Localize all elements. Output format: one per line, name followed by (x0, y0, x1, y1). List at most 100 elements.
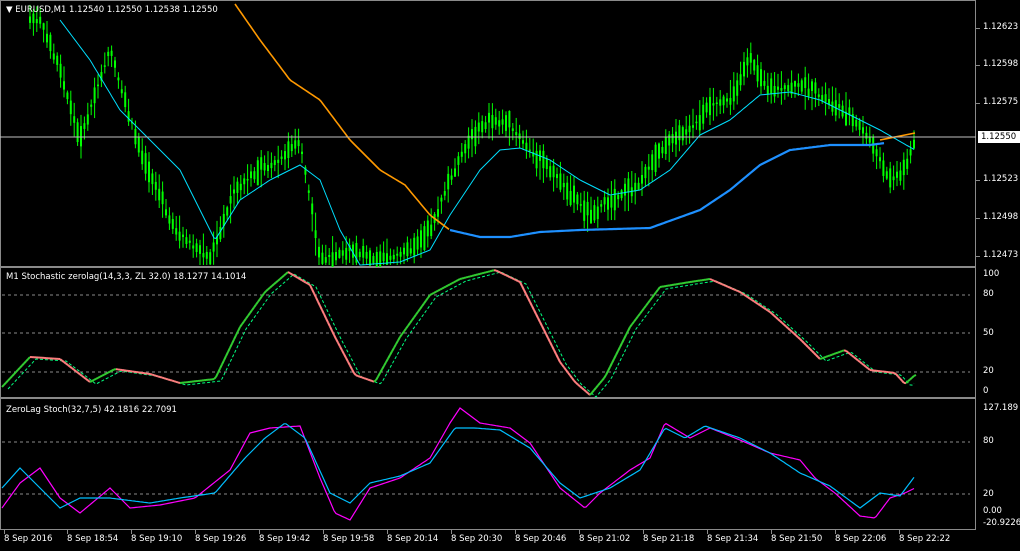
candle-body (593, 205, 596, 221)
stochastic-main-segment (281, 274, 285, 278)
candle-body (375, 252, 378, 267)
time-label: 8 Sep 19:10 (131, 534, 183, 544)
candle-body (879, 157, 881, 162)
stochastic-main-segment (585, 390, 589, 395)
candle-body (69, 100, 72, 115)
stochastic-main-segment (293, 274, 297, 278)
level-label: 80 (983, 436, 994, 446)
candle-body (607, 197, 609, 210)
stochastic-main-segment (575, 382, 579, 386)
stochastic-main-segment (599, 379, 603, 384)
candle-body (273, 160, 276, 166)
stochastic-main-segment (909, 376, 913, 381)
stochastic-main-segment (609, 362, 613, 368)
stochastic-main-segment (165, 377, 169, 381)
time-label: 8 Sep 19:42 (259, 534, 311, 544)
candle-body (862, 127, 864, 134)
candle-body (484, 122, 487, 130)
candle-body (287, 141, 290, 159)
long-ma-line (449, 142, 885, 239)
candle-body (780, 88, 783, 91)
stochastic-main-segment (447, 283, 451, 287)
stochastic-main-segment (225, 351, 229, 357)
candle-body (603, 197, 606, 205)
stochastic-main-segment (153, 374, 157, 377)
candle-body (59, 63, 62, 78)
candle-body (406, 242, 409, 257)
stochastic-main-segment (835, 351, 839, 355)
stochastic-main-segment (69, 365, 73, 369)
stochastic-main-segment (767, 309, 771, 313)
time-label: 8 Sep 19:58 (323, 534, 375, 544)
candle-body (311, 203, 314, 215)
stochastic-main-segment (721, 283, 725, 286)
stochastic-main-segment (459, 277, 463, 280)
zerolag-signal-line (1, 423, 915, 509)
candle-body (46, 33, 48, 43)
stochastic-main-segment (537, 317, 541, 323)
stochastic-main-segment (911, 375, 915, 379)
stochastic-main-segment (469, 274, 473, 278)
stochastic-main-segment (725, 285, 729, 288)
candle-body (260, 157, 263, 170)
candle-body (226, 207, 229, 216)
price-tick (976, 256, 980, 257)
candle-body (552, 165, 555, 178)
stochastic-main-segment (21, 362, 25, 367)
candle-body (80, 126, 82, 147)
stochastic-main-segment (861, 362, 865, 366)
candle-body (267, 164, 269, 171)
stochastic-main-segment (559, 361, 563, 366)
stochastic-main-segment (729, 286, 733, 290)
stochastic-main-segment (605, 370, 609, 376)
stochastic-main-segment (275, 279, 279, 284)
stochastic-main-segment (615, 350, 619, 356)
stochastic-main-segment (357, 375, 361, 378)
stochastic-main-segment (607, 366, 611, 372)
stochastic-main-segment (259, 295, 263, 300)
stochastic-main-segment (383, 361, 387, 367)
candle-body (328, 254, 331, 257)
stochastic-main-segment (523, 289, 527, 295)
stochastic-main-segment (337, 342, 341, 347)
stochastic-main-segment (833, 352, 837, 355)
candle-body (562, 182, 565, 188)
stochastic-main-segment (635, 315, 639, 320)
candle-body (447, 173, 450, 190)
candle-body (865, 132, 868, 139)
stochastic-main-segment (771, 313, 775, 317)
stochastic-main-segment (397, 336, 401, 342)
stochastic-main-segment (387, 354, 391, 360)
candle-body (848, 107, 851, 115)
stochastic-main-segment (375, 376, 379, 381)
candle-body (661, 146, 664, 154)
candle-body (811, 81, 813, 92)
candle-body (464, 144, 467, 154)
candle-body (743, 61, 745, 77)
stochastic-main-segment (827, 354, 831, 358)
candle-body (715, 102, 718, 105)
candle-body (477, 122, 480, 132)
stochastic-main-segment (495, 269, 499, 273)
candle-body (467, 135, 470, 149)
candle-body (280, 156, 283, 159)
stochastic-main-segment (739, 291, 743, 295)
stochastic-main-segment (855, 358, 859, 362)
stochastic-main-segment (229, 343, 233, 349)
time-label: 8 Sep 20:46 (515, 534, 567, 544)
stochastic-main-segment (99, 374, 103, 378)
dropdown-triangle-icon[interactable]: ▼ (6, 5, 13, 15)
stochastic-main-segment (263, 290, 267, 295)
stochastic-main-segment (239, 323, 243, 328)
candle-body (29, 16, 31, 23)
stochastic-main-segment (399, 333, 403, 338)
stochastic-main-segment (897, 375, 901, 380)
candle-body (341, 250, 344, 256)
stochastic-main-segment (1, 384, 5, 388)
stochastic-main-segment (791, 331, 795, 335)
candle-body (709, 96, 711, 116)
level-label: 0 (983, 386, 989, 396)
stochastic-main-segment (175, 380, 179, 384)
level-label: 20 (983, 366, 994, 376)
stochastic-main-segment (735, 289, 739, 293)
